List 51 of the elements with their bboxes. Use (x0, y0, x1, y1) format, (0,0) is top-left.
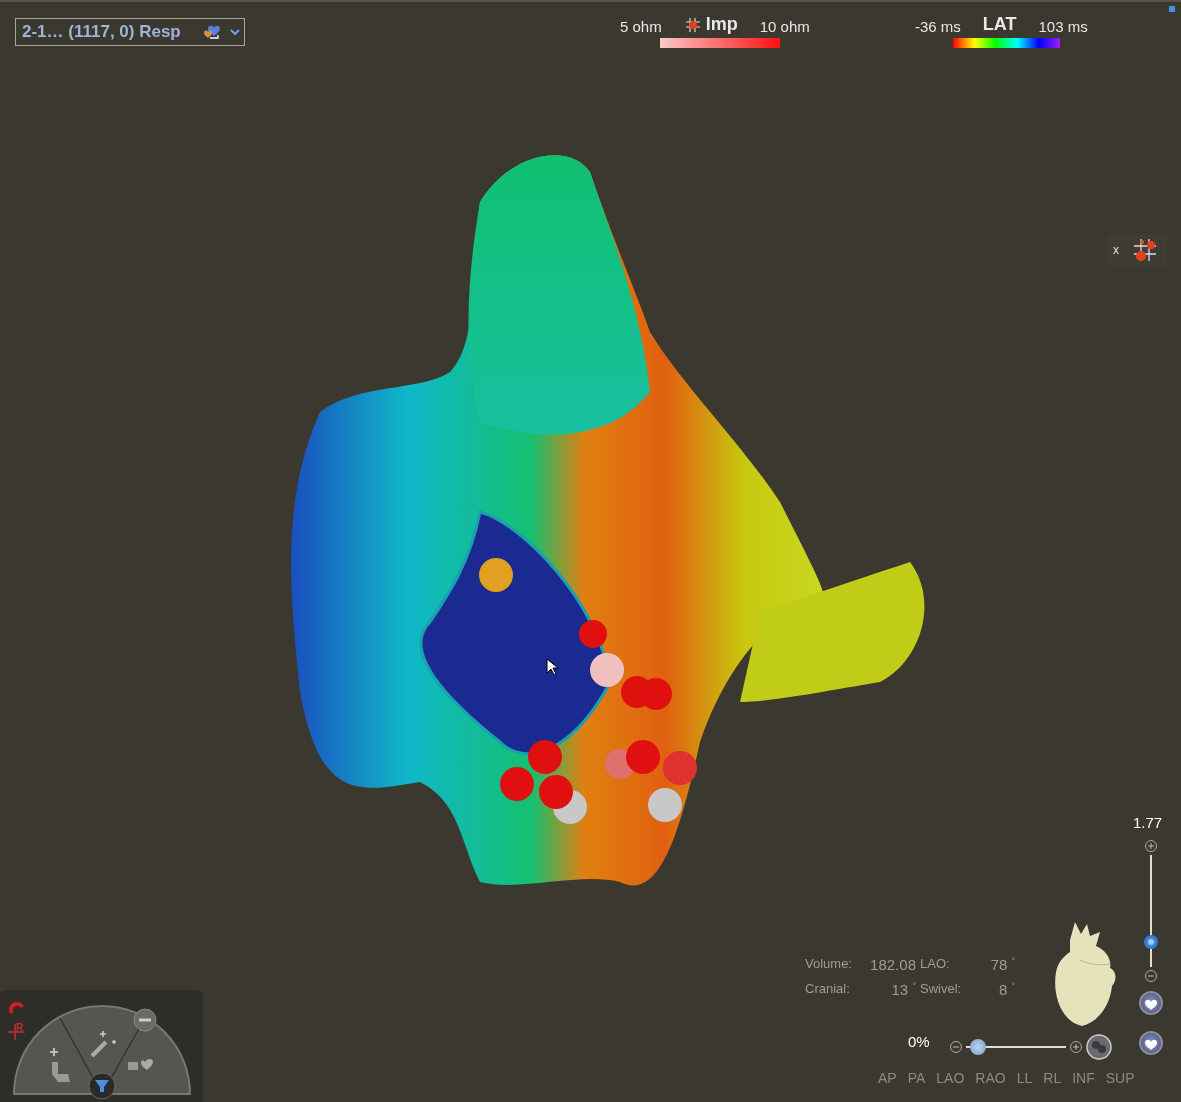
close-button[interactable]: x (1113, 243, 1119, 257)
view-button[interactable]: PA (907, 1070, 926, 1086)
view-button[interactable]: AP (878, 1070, 897, 1086)
stat-label: LAO: (920, 956, 951, 973)
view-button[interactable]: RAO (975, 1070, 1006, 1086)
point-grid-icon (683, 15, 702, 34)
stat-label: Swivel: (920, 981, 962, 998)
tool-wheel[interactable] (13, 1005, 191, 1095)
minus-icon (1148, 973, 1154, 979)
plus-icon (1148, 843, 1154, 849)
slider-thumb[interactable] (1144, 935, 1158, 950)
increase-button[interactable] (1070, 1041, 1082, 1053)
scale-max-label: 10 ohm (759, 18, 810, 35)
point-grid-icon[interactable] (1131, 236, 1159, 264)
zoom-slider[interactable] (1144, 855, 1158, 967)
zoom-in-button[interactable] (1145, 840, 1157, 852)
sphere-icon[interactable] (1086, 1034, 1112, 1060)
heart-icon (1144, 998, 1158, 1011)
minus-icon (953, 1044, 959, 1050)
transparency-value: 0% (908, 1033, 930, 1050)
mouse-pointer-icon (546, 658, 558, 676)
stat-value: 13 $^{°}$ (890, 981, 916, 998)
magic-wand-icon[interactable] (90, 1030, 117, 1058)
map-selector-dropdown[interactable]: 2-1… (1117, 0) Resp (15, 18, 245, 46)
view-button[interactable]: LL (1016, 1070, 1033, 1086)
chevron-down-icon[interactable] (230, 28, 240, 36)
legend-title: Imp (705, 14, 738, 35)
filter-icon[interactable] (88, 1072, 116, 1100)
stat-value: 8 $^{°}$ (998, 981, 1016, 998)
view-button[interactable]: INF (1072, 1070, 1095, 1086)
view-button[interactable]: SUP (1105, 1070, 1135, 1086)
corner-marker (1169, 6, 1175, 12)
stat-label: Cranial: (805, 981, 851, 998)
scale-max-label: 103 ms (1038, 18, 1088, 35)
heart-view-button[interactable] (1139, 991, 1163, 1015)
stat-value: 78 $^{°}$ (989, 956, 1016, 973)
slider-thumb[interactable] (970, 1039, 986, 1055)
stat-label: Volume: (805, 956, 852, 973)
zoom-value: 1.77 (1133, 814, 1163, 831)
transparency-slider[interactable] (966, 1039, 1066, 1055)
heart-target-button[interactable] (1139, 1031, 1163, 1055)
dropdown-value: 2-1… (1117, 0) Resp (22, 22, 182, 42)
legend-title: LAT (982, 14, 1017, 35)
heart-icon (1144, 1038, 1158, 1051)
magnet-icon[interactable] (9, 1002, 24, 1014)
scale-min-label: 5 ohm (620, 18, 662, 35)
scale-min-label: -36 ms (915, 18, 961, 35)
view-button[interactable]: LAO (936, 1070, 965, 1086)
plus-icon (1073, 1044, 1079, 1050)
view-button[interactable]: RL (1043, 1070, 1062, 1086)
stat-value: 182.08 (869, 956, 916, 973)
